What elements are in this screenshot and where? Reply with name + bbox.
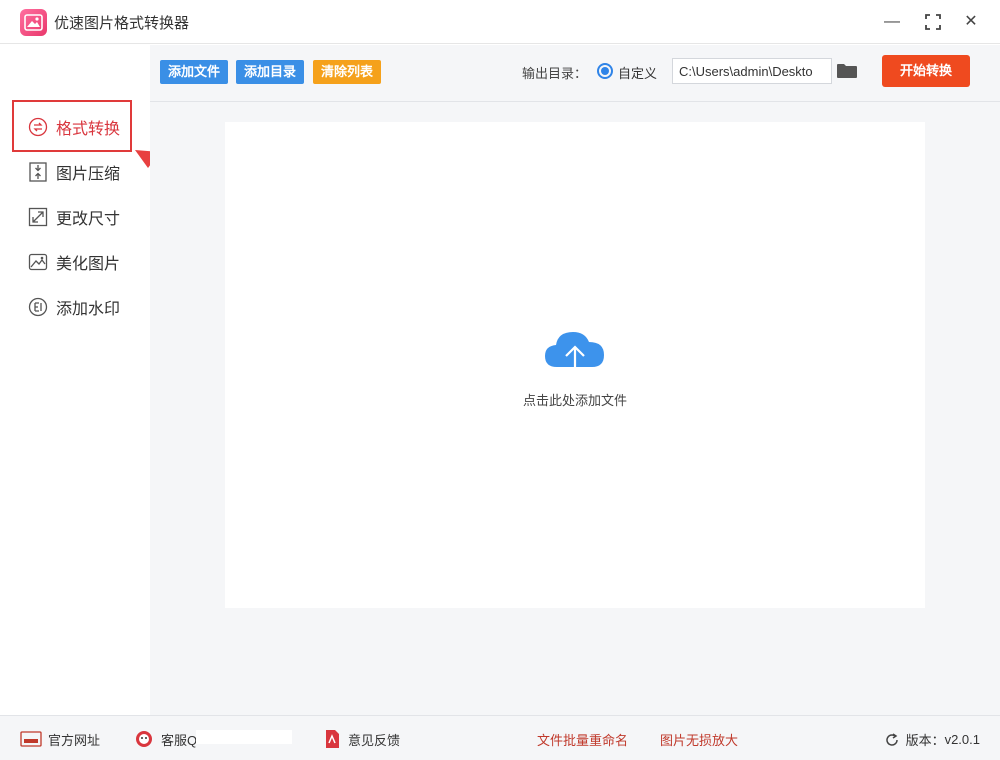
feedback-icon	[322, 729, 342, 749]
window-title: 优速图片格式转换器	[54, 15, 190, 32]
convert-icon	[28, 117, 48, 137]
lossless-enlarge-link[interactable]: 图片无损放大	[660, 730, 738, 749]
drop-hint-text: 点击此处添加文件	[522, 393, 627, 408]
clear-list-button[interactable]: 清除列表	[313, 60, 382, 84]
output-dir-label: 输出目录：	[522, 66, 588, 81]
maximize-button[interactable]	[921, 10, 945, 34]
sidebar-item-label: 图片压缩	[56, 166, 121, 183]
batch-rename-link[interactable]: 文件批量重命名	[537, 730, 628, 749]
qq-number-mask	[196, 730, 292, 744]
custom-output-label: 自定义	[618, 66, 658, 81]
footer: 官方网址 客服Q 意见反馈 文件批量重命名 图片无损放大 版本： v2.0.1	[0, 715, 1000, 760]
sidebar-item-label: 添加水印	[56, 301, 121, 318]
compress-icon	[28, 162, 48, 182]
sidebar-item-label: 更改尺寸	[56, 211, 121, 228]
watermark-icon	[28, 297, 48, 317]
support-label: 客服Q	[161, 732, 198, 748]
app-logo-icon	[20, 9, 47, 36]
minimize-icon: —	[884, 13, 900, 30]
cloud-upload-icon	[545, 332, 604, 377]
close-button[interactable]: ✕	[959, 10, 983, 34]
minimize-button[interactable]: —	[880, 10, 904, 34]
refresh-icon[interactable]	[884, 732, 900, 748]
maximize-icon	[925, 14, 941, 30]
add-file-button[interactable]: 添加文件	[160, 60, 229, 84]
sidebar-item-compress[interactable]: 图片压缩	[28, 160, 120, 184]
website-icon	[20, 731, 42, 747]
output-path-field[interactable]	[672, 58, 832, 84]
resize-icon	[28, 207, 48, 227]
toolbar: 添加文件 添加目录 清除列表 输出目录： 自定义 开始转换	[150, 45, 1000, 102]
folder-icon[interactable]	[836, 63, 858, 79]
beautify-icon	[28, 252, 48, 272]
file-drop-zone[interactable]: 点击此处添加文件	[225, 122, 925, 608]
version-number: v2.0.1	[944, 732, 980, 747]
title-bar: 优速图片格式转换器 — ✕	[0, 0, 1000, 44]
sidebar-item-beautify[interactable]: 美化图片	[28, 250, 120, 274]
support-qq-link[interactable]: 客服Q	[133, 729, 197, 749]
sidebar-item-label: 美化图片	[56, 256, 121, 273]
feedback-link[interactable]: 意见反馈	[322, 729, 400, 749]
close-icon: ✕	[964, 13, 978, 30]
website-link[interactable]: 官方网址	[20, 729, 100, 749]
start-convert-button[interactable]: 开始转换	[882, 55, 970, 87]
website-label: 官方网址	[48, 732, 101, 748]
sidebar-item-format-convert[interactable]: 格式转换	[28, 115, 120, 139]
add-folder-button[interactable]: 添加目录	[236, 60, 305, 84]
version-info: 版本： v2.0.1	[884, 730, 980, 749]
version-label: 版本：	[905, 733, 945, 748]
sidebar-item-watermark[interactable]: 添加水印	[28, 295, 120, 319]
main-panel: 添加文件 添加目录 清除列表 输出目录： 自定义 开始转换 点击此处添加文件	[150, 45, 1000, 715]
support-avatar-icon	[133, 729, 155, 749]
sidebar-item-resize[interactable]: 更改尺寸	[28, 205, 120, 229]
custom-output-radio[interactable]	[597, 63, 613, 79]
feedback-label: 意见反馈	[348, 732, 401, 748]
sidebar: 格式转换 图片压缩 更改尺寸 美化图片 添加水印	[0, 45, 150, 715]
sidebar-item-label: 格式转换	[56, 121, 121, 138]
